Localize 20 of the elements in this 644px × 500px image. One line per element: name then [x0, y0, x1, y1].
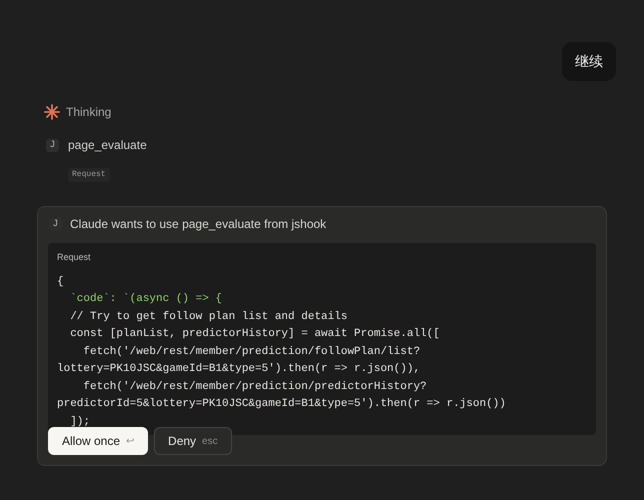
code-line: ]); [69, 414, 90, 430]
sparkle-icon [44, 104, 60, 120]
code-line: fetch('/web/rest/member/prediction/predictorHistory? [82, 380, 427, 394]
thinking-label[interactable]: Thinking [66, 103, 112, 121]
request-tag[interactable]: Request [68, 168, 110, 182]
user-message: 继续 [562, 42, 616, 81]
permission-title: Claude wants to use page_evaluate from jshook [70, 216, 326, 233]
code-line: predictorId=5&lottery=PK10JSC&gameId=B1&type=5').then(r => r.json()) [57, 397, 506, 412]
code-line: // Try to get follow plan list and details [69, 310, 348, 324]
code-line: const [planList, predictorHistory] = await Promise.all([ [69, 327, 440, 342]
allow-button[interactable]: Allow once ↩ [48, 427, 148, 455]
code-line: `code`: `(async () => { [69, 292, 222, 307]
code-line: fetch('/web/rest/member/prediction/followPlan/list? [82, 344, 420, 360]
section-label: Request [57, 251, 92, 264]
tool-badge: J [46, 138, 59, 152]
tool-badge: J [49, 218, 62, 230]
deny-button[interactable]: Deny esc [154, 427, 232, 455]
tool-name[interactable]: page_evaluate [68, 136, 147, 154]
code-line: lottery=PK10JSC&gameId=B1&type=5').then(r => r.json()), [57, 362, 420, 377]
code-line: { [57, 274, 64, 290]
